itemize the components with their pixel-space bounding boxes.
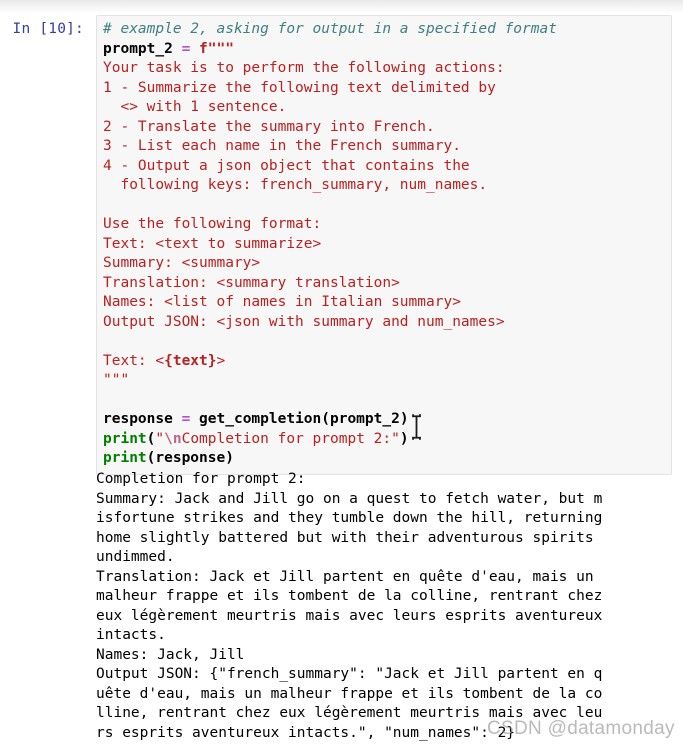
code-line[interactable]: # example 2, asking for output in a spec… <box>103 20 667 40</box>
code-token-comment: # example 2, asking for output in a spec… <box>103 21 557 37</box>
code-token-operator: = <box>181 40 191 57</box>
output-line: rs esprits aventureux intacts.", "num_na… <box>96 724 516 741</box>
code-token-builtin: print <box>103 430 147 447</box>
code-line[interactable]: Summary: <summary> <box>103 254 667 274</box>
output-line: uête d'eau, mais un malheur frappe et il… <box>96 685 603 702</box>
code-line[interactable]: Names: <list of names in Italian summary… <box>103 293 667 313</box>
code-token-fstring-close: """ <box>103 372 130 388</box>
output-line: Names: Jack, Jill <box>96 646 245 663</box>
output-line: home slightly battered but with their ad… <box>96 529 594 546</box>
code-line[interactable]: 2 - Translate the summary into French. <box>103 118 667 138</box>
code-token-arg: (response) <box>146 450 234 466</box>
code-token-fstring-open: f""" <box>199 40 234 57</box>
code-line[interactable]: response = get_completion(prompt_2) <box>103 410 667 430</box>
output-line: malheur frappe et ils tombent de la coll… <box>96 588 603 604</box>
output-line: isfortune strikes and they tumble down t… <box>96 510 603 526</box>
code-line[interactable]: 3 - List each name in the French summary… <box>103 137 667 157</box>
code-token-string: Completion for prompt 2: <box>181 430 392 447</box>
code-line-blank[interactable] <box>103 391 667 411</box>
code-line[interactable]: Your task is to perform the following ac… <box>103 59 667 79</box>
code-token-call: get_completion(prompt_2) <box>199 411 409 427</box>
code-line[interactable]: 4 - Output a json object that contains t… <box>103 157 667 177</box>
code-token-escape: \n <box>164 430 182 447</box>
output-line: undimmed. <box>96 549 175 565</box>
code-token-string: Text: < <box>103 352 165 369</box>
code-line-blank[interactable] <box>103 196 667 216</box>
output-line: eux légèrement meurtris mais avec leurs … <box>96 607 603 624</box>
code-line-blank[interactable] <box>103 332 667 352</box>
code-line[interactable]: following keys: french_summary, num_name… <box>103 176 667 196</box>
code-line[interactable]: <> with 1 sentence. <box>103 98 667 118</box>
code-line[interactable]: Translation: <summary translation> <box>103 274 667 294</box>
top-edge-gradient <box>0 0 683 14</box>
code-line[interactable]: Text: <{text}> <box>103 352 667 372</box>
code-token-variable: prompt_2 <box>103 40 173 57</box>
output-line: Summary: Jack and Jill go on a quest to … <box>96 490 603 507</box>
jupyter-notebook-view: In [10]: # example 2, asking for output … <box>0 0 683 746</box>
cell-prompt-in: In [10]: <box>12 21 84 37</box>
code-editor-area[interactable]: # example 2, asking for output in a spec… <box>96 15 672 475</box>
code-line[interactable]: Text: <text to summarize> <box>103 235 667 255</box>
code-line[interactable]: prompt_2 = f""" <box>103 40 667 60</box>
code-token-fstring-interp: {text} <box>164 352 217 369</box>
code-token-string: > <box>216 352 226 369</box>
code-token-operator: = <box>181 411 191 427</box>
code-line[interactable]: """ <box>103 371 667 391</box>
code-line[interactable]: Use the following format: <box>103 215 667 235</box>
code-token-quote: " <box>391 430 400 447</box>
code-line[interactable]: 1 - Summarize the following text delimit… <box>103 79 667 99</box>
output-line: intacts. <box>96 627 166 643</box>
output-line: Output JSON: {"french_summary": "Jack et… <box>96 666 603 682</box>
cell-output-stream: Completion for prompt 2: Summary: Jack a… <box>96 470 682 743</box>
output-line: Completion for prompt 2: <box>96 471 306 487</box>
code-line[interactable]: Output JSON: <json with summary and num_… <box>103 313 667 333</box>
output-line: Translation: Jack et Jill partent en quê… <box>96 568 594 585</box>
code-token-builtin: print <box>103 450 147 466</box>
code-line[interactable]: print("\nCompletion for prompt 2:") <box>103 430 667 450</box>
code-token-variable: response <box>103 411 173 427</box>
code-token-quote: " <box>155 430 165 447</box>
code-token-paren: ) <box>399 430 409 447</box>
output-line: lline, rentrant chez eux légèrement meur… <box>96 705 603 721</box>
code-line[interactable]: print(response) <box>103 449 667 469</box>
